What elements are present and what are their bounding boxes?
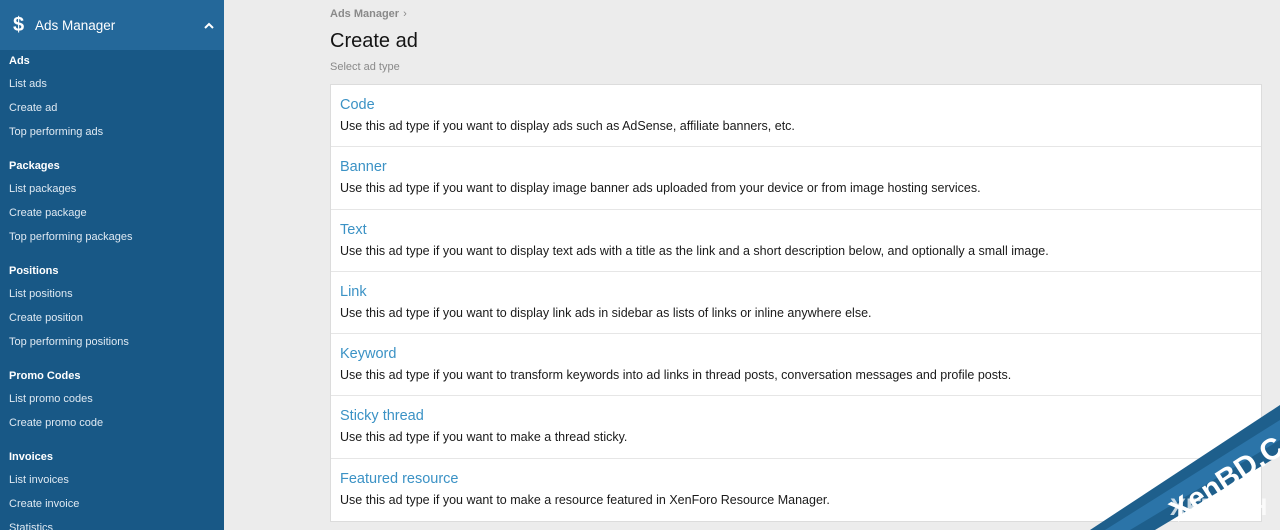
ad-type-row[interactable]: Link Use this ad type if you want to disp… bbox=[331, 272, 1261, 335]
ad-type-title-link[interactable]: Keyword bbox=[340, 345, 1261, 364]
sidebar-section-title: Positions bbox=[9, 265, 59, 277]
ad-type-row[interactable]: Banner Use this ad type if you want to di… bbox=[331, 147, 1261, 210]
sidebar-item[interactable]: List packages bbox=[9, 177, 224, 201]
dollar-icon: $ bbox=[13, 13, 25, 36]
breadcrumb-separator: › bbox=[403, 8, 407, 20]
sidebar-title: Ads Manager bbox=[35, 17, 116, 33]
ad-type-description: Use this ad type if you want to make a r… bbox=[340, 492, 830, 507]
ad-type-list: Code Use this ad type if you want to disp… bbox=[330, 84, 1262, 523]
ad-type-description: Use this ad type if you want to make a t… bbox=[340, 430, 628, 445]
sidebar-section: Positions List positions Create position To… bbox=[0, 260, 224, 354]
sidebar-item[interactable]: Create package bbox=[9, 201, 224, 225]
ad-type-row[interactable]: Keyword Use this ad type if you want to t… bbox=[331, 334, 1261, 397]
ad-type-description: Use this ad type if you want to display … bbox=[340, 119, 795, 133]
chevron-up-icon[interactable] bbox=[204, 20, 214, 30]
breadcrumb[interactable]: Ads Manager › bbox=[330, 8, 407, 20]
sidebar-section: Invoices List invoices Create invoice Stati… bbox=[0, 446, 224, 530]
breadcrumb-label[interactable]: Ads Manager bbox=[330, 8, 399, 20]
ad-type-title-link[interactable]: Featured resource bbox=[340, 470, 1261, 489]
sidebar-item[interactable]: Create promo code bbox=[9, 411, 224, 435]
sidebar-item[interactable]: List ads bbox=[9, 72, 224, 96]
sidebar-section: Promo Codes List promo codes Create promo … bbox=[0, 365, 224, 435]
sidebar-section-title: Packages bbox=[9, 160, 60, 172]
sidebar-item[interactable]: Create position bbox=[9, 306, 224, 330]
sidebar: $ Ads Manager Ads List ads Create ad Top pe… bbox=[0, 0, 224, 530]
ad-type-description: Use this ad type if you want to display … bbox=[340, 181, 981, 196]
ad-type-title-link[interactable]: Code bbox=[340, 96, 1261, 115]
ad-type-description: Use this ad type if you want to display … bbox=[340, 305, 872, 320]
ad-type-title-link[interactable]: Sticky thread bbox=[340, 407, 1261, 426]
ad-type-description: Use this ad type if you want to display … bbox=[340, 243, 1049, 258]
sidebar-section-title: Ads bbox=[9, 55, 30, 67]
ad-type-description: Use this ad type if you want to transfor… bbox=[340, 368, 1012, 383]
ad-type-title-link[interactable]: Link bbox=[340, 283, 1261, 302]
sidebar-item[interactable]: List promo codes bbox=[9, 387, 224, 411]
ad-type-title-link[interactable]: Text bbox=[340, 221, 1261, 240]
page-subtitle: Select ad type bbox=[330, 61, 400, 73]
ad-type-row[interactable]: Text Use this ad type if you want to disp… bbox=[331, 210, 1261, 272]
sidebar-item[interactable]: Create invoice bbox=[9, 492, 224, 516]
sidebar-section-title: Invoices bbox=[9, 451, 54, 463]
ad-type-row[interactable]: Featured resource Use this ad type if you… bbox=[331, 459, 1261, 521]
sidebar-section-title: Promo Codes bbox=[9, 370, 81, 382]
sidebar-item[interactable]: Statistics bbox=[9, 516, 224, 530]
sidebar-nav: Ads List ads Create ad Top performing ads Pa… bbox=[0, 50, 224, 530]
sidebar-item[interactable]: Top performing ads bbox=[9, 120, 224, 144]
ad-type-row[interactable]: Code Use this ad type if you want to disp… bbox=[331, 85, 1261, 148]
sidebar-section: Ads List ads Create ad Top performing ads bbox=[0, 50, 224, 144]
ad-type-row[interactable]: Sticky thread Use this ad type if you wan… bbox=[331, 396, 1261, 459]
sidebar-item[interactable]: List invoices bbox=[9, 468, 224, 492]
sidebar-item[interactable]: Top performing packages bbox=[9, 225, 224, 249]
sidebar-section: Packages List packages Create package Top p… bbox=[0, 155, 224, 249]
sidebar-item[interactable]: Create ad bbox=[9, 96, 224, 120]
sidebar-item[interactable]: Top performing positions bbox=[9, 330, 224, 354]
page-title: Create ad bbox=[330, 30, 418, 52]
sidebar-header[interactable]: $ Ads Manager bbox=[0, 0, 224, 50]
sidebar-item[interactable]: List positions bbox=[9, 282, 224, 306]
ad-type-title-link[interactable]: Banner bbox=[340, 158, 1261, 177]
